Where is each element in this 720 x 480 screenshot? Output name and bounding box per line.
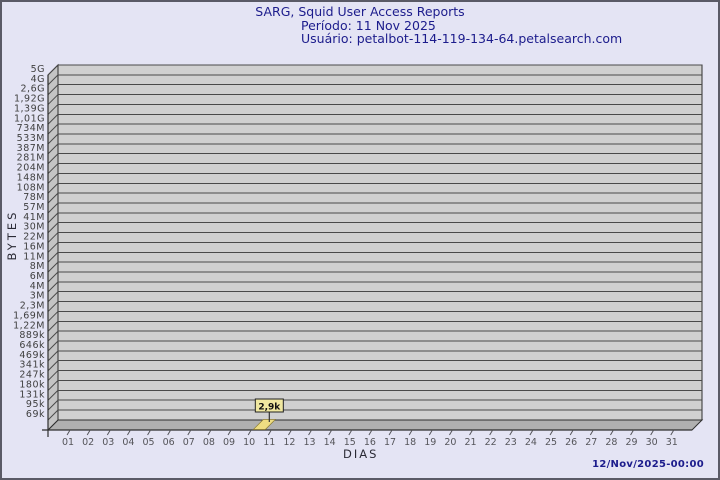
daily-bytes-chart: 5G4G2,6G1,92G1,39G1,01G734M533M387M281M2… — [2, 2, 718, 478]
x-tick — [570, 430, 573, 435]
x-tick — [449, 430, 452, 435]
x-tick-label: 31 — [666, 437, 678, 448]
x-tick — [389, 430, 392, 435]
x-tick-label: 12 — [283, 437, 295, 448]
x-tick — [208, 430, 211, 435]
sarg-report-page: SARG, Squid User Access Reports Período:… — [0, 0, 720, 480]
report-timestamp: 12/Nov/2025-00:00 — [592, 459, 704, 470]
x-tick — [329, 430, 332, 435]
x-tick-label: 28 — [605, 437, 617, 448]
x-tick — [127, 430, 130, 435]
x-tick-label: 05 — [143, 437, 155, 448]
x-tick-label: 01 — [62, 437, 74, 448]
x-tick-label: 14 — [324, 437, 336, 448]
x-tick — [470, 430, 473, 435]
x-tick-label: 06 — [163, 437, 175, 448]
chart-floor — [48, 420, 702, 430]
x-tick-label: 04 — [122, 437, 134, 448]
x-tick-label: 30 — [646, 437, 658, 448]
y-tick-label: 69k — [26, 409, 45, 420]
x-tick-label: 29 — [626, 437, 638, 448]
x-tick — [590, 430, 593, 435]
x-tick — [349, 430, 352, 435]
x-axis-title: DIAS — [343, 447, 378, 461]
x-tick-label: 07 — [183, 437, 195, 448]
x-tick — [248, 430, 251, 435]
x-tick — [309, 430, 312, 435]
x-tick — [188, 430, 191, 435]
x-tick-label: 19 — [424, 437, 436, 448]
x-tick-label: 26 — [565, 437, 577, 448]
x-tick-label: 20 — [444, 437, 456, 448]
x-tick — [168, 430, 171, 435]
x-tick-label: 02 — [82, 437, 94, 448]
x-tick-label: 22 — [485, 437, 497, 448]
x-tick-label: 21 — [465, 437, 477, 448]
x-tick — [369, 430, 372, 435]
x-tick-label: 25 — [545, 437, 557, 448]
x-tick-label: 18 — [404, 437, 416, 448]
x-tick — [429, 430, 432, 435]
x-tick — [288, 430, 291, 435]
x-tick-label: 17 — [384, 437, 396, 448]
x-tick — [610, 430, 613, 435]
x-tick — [268, 430, 271, 435]
x-tick — [631, 430, 634, 435]
x-tick — [409, 430, 412, 435]
x-tick — [148, 430, 151, 435]
y-axis-title: BYTES — [5, 205, 19, 265]
x-tick-label: 10 — [243, 437, 255, 448]
x-tick-label: 11 — [263, 437, 275, 448]
x-tick — [228, 430, 231, 435]
x-tick-label: 24 — [525, 437, 537, 448]
x-tick-label: 23 — [505, 437, 517, 448]
x-tick-label: 27 — [585, 437, 597, 448]
x-tick-label: 13 — [304, 437, 316, 448]
x-tick — [550, 430, 553, 435]
x-tick-label: 03 — [102, 437, 114, 448]
x-tick — [107, 430, 110, 435]
x-tick — [651, 430, 654, 435]
x-tick — [490, 430, 493, 435]
x-tick-label: 08 — [203, 437, 215, 448]
x-tick — [67, 430, 70, 435]
x-tick — [510, 430, 513, 435]
x-tick — [530, 430, 533, 435]
x-tick — [671, 430, 674, 435]
x-tick — [87, 430, 90, 435]
data-label-text: 2,9k — [258, 403, 281, 413]
x-tick-label: 09 — [223, 437, 235, 448]
